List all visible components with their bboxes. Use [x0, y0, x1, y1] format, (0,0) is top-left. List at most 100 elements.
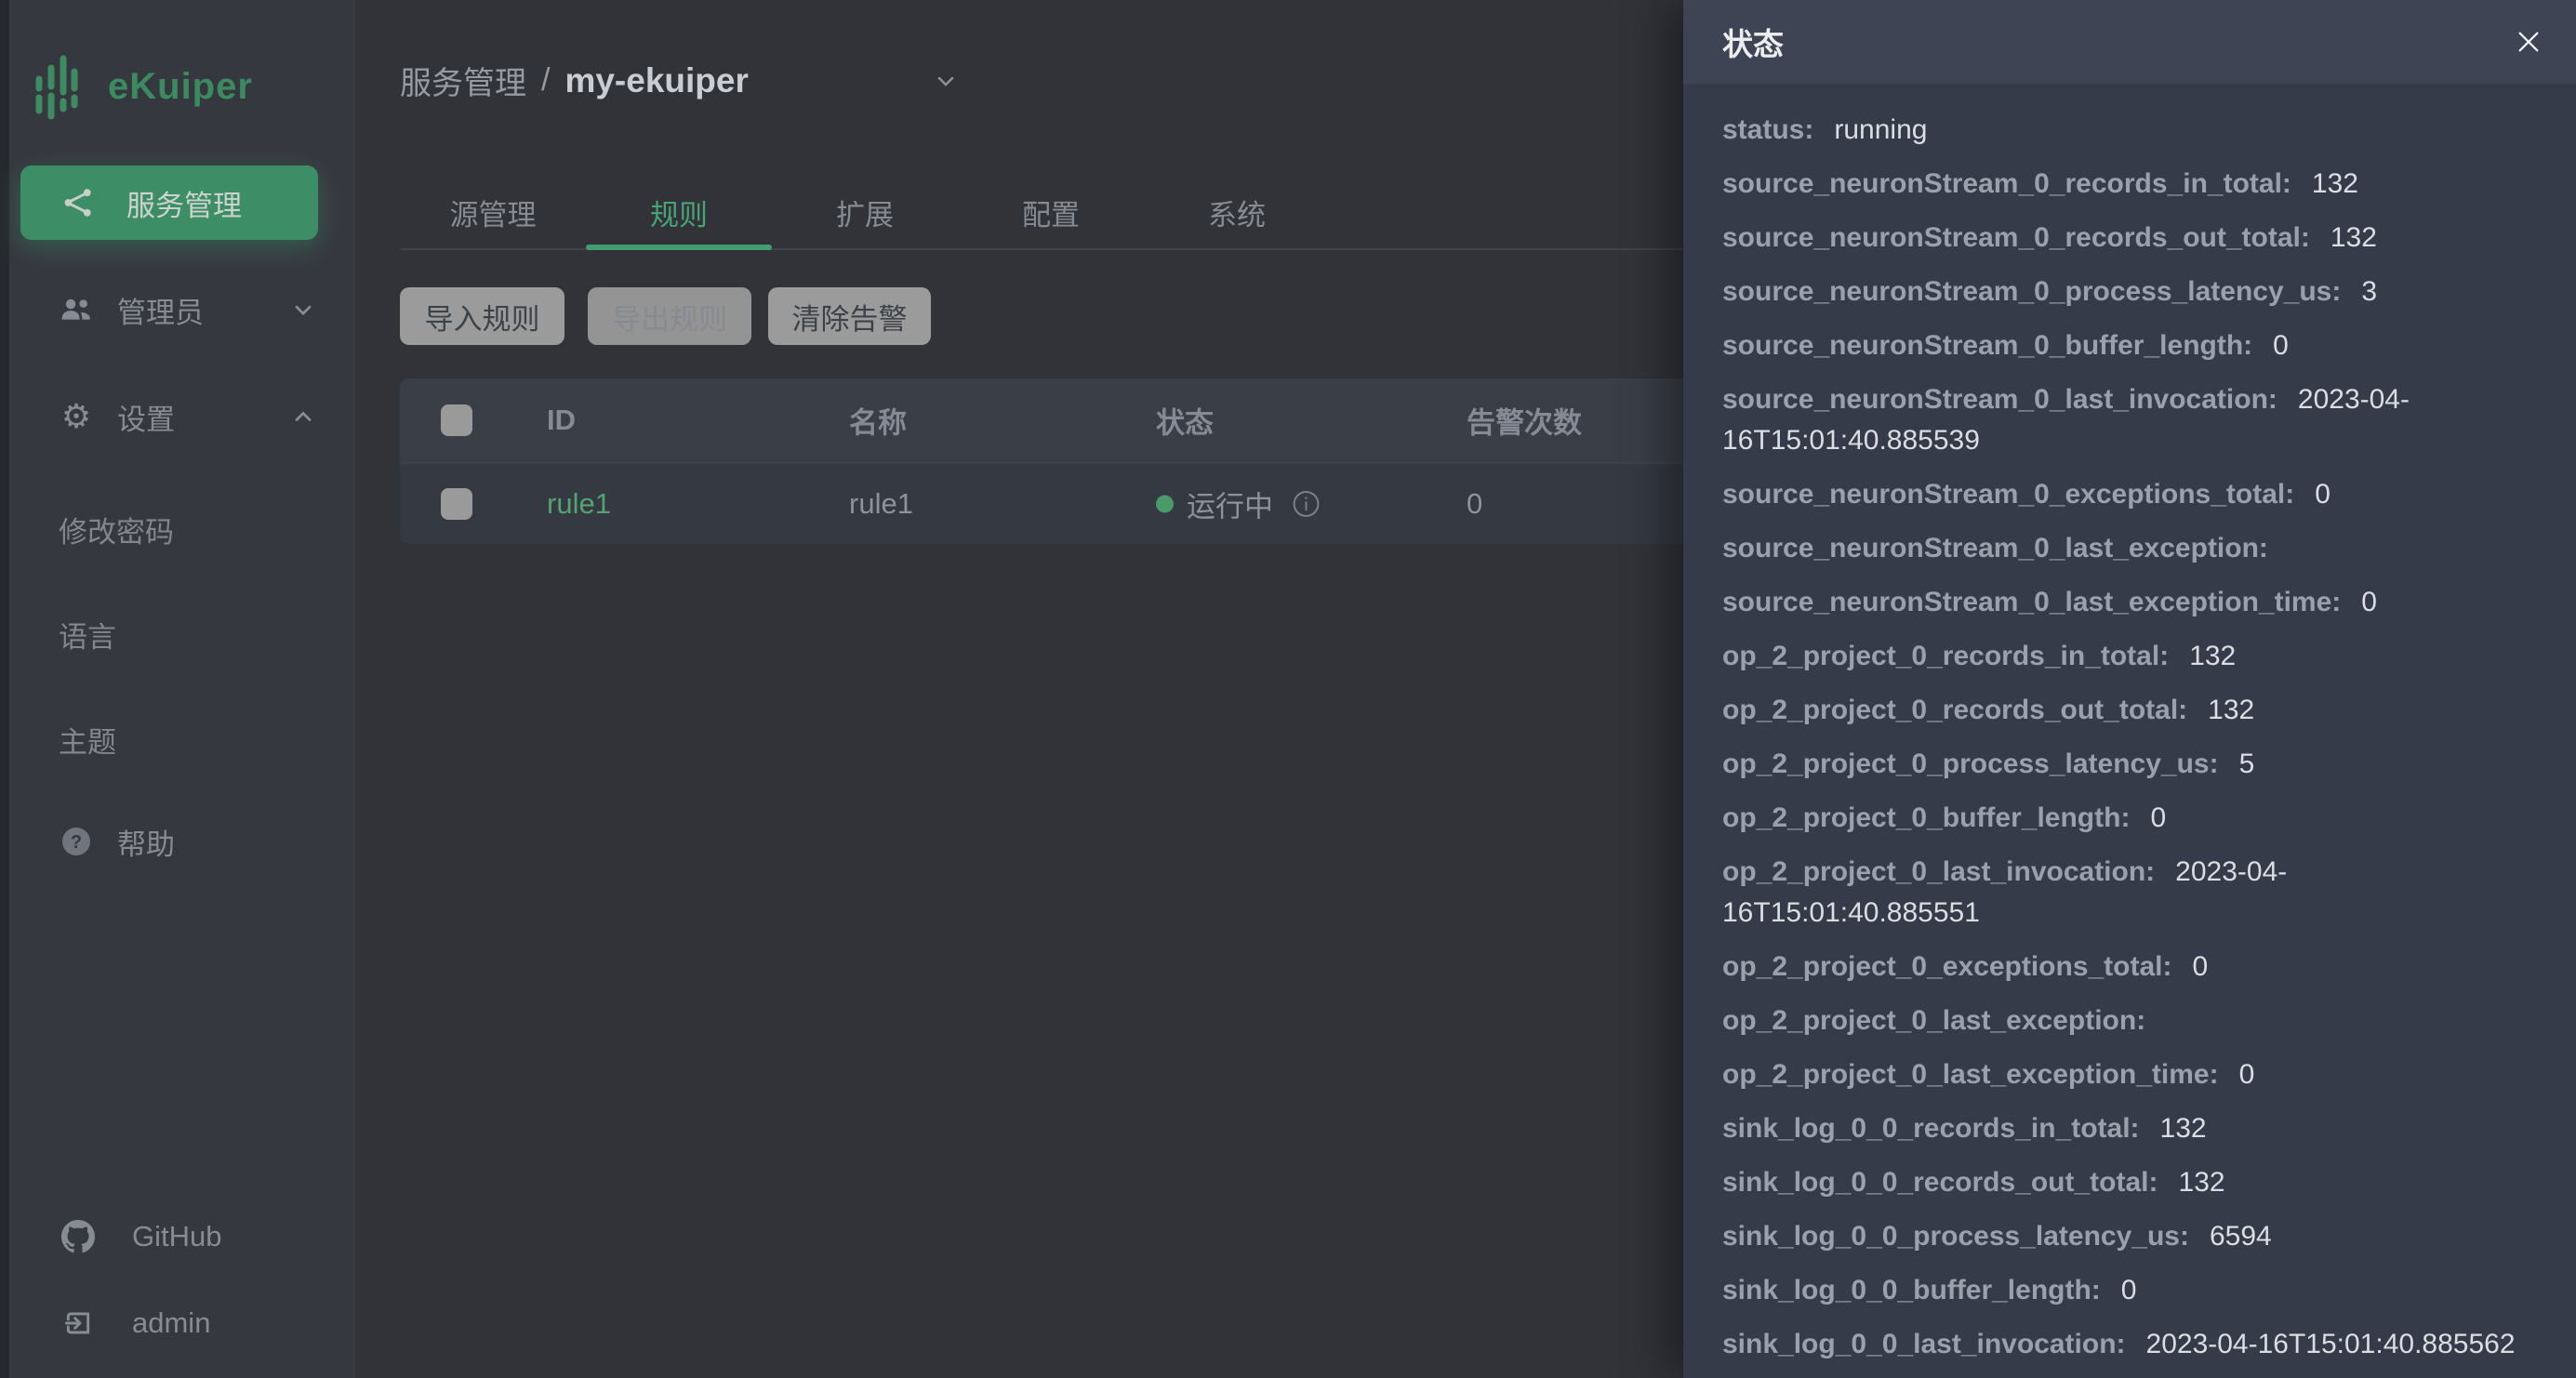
status-entry-value: 132	[2208, 695, 2254, 725]
status-entry-key: source_neuronStream_0_last_exception:	[1722, 533, 2268, 563]
status-entry-key: op_2_project_0_records_out_total:	[1722, 695, 2187, 725]
status-entry: sink_log_0_0_records_out_total:132	[1722, 1162, 2539, 1203]
status-entry-value: 132	[2189, 641, 2236, 671]
status-entry: op_2_project_0_buffer_length:0	[1722, 798, 2539, 839]
brand-name: eKuiper	[108, 66, 253, 108]
status-entry-value: running	[1834, 114, 1927, 145]
rule-name: rule1	[849, 487, 913, 521]
chevron-up-icon	[290, 404, 316, 430]
status-entry: source_neuronStream_0_process_latency_us…	[1722, 272, 2539, 312]
status-entry: source_neuronStream_0_exceptions_total: 0	[1722, 474, 2539, 515]
status-entry-key: sink_log_0_0_records_in_total:	[1722, 1113, 2140, 1144]
tab[interactable]: 源管理	[400, 177, 586, 247]
ekuiper-logo-icon	[33, 51, 78, 122]
rule-alarm-count: 0	[1467, 487, 1482, 521]
status-entry-value: 0	[2121, 1275, 2137, 1305]
sidebar-subitem[interactable]: 修改密码	[59, 477, 174, 582]
status-entry: status: running	[1722, 110, 2539, 151]
sidebar-item-github[interactable]: GitHub	[0, 1209, 355, 1265]
sidebar: eKuiper 服务管理 管理员	[0, 0, 355, 1378]
logout-icon	[61, 1308, 95, 1338]
users-icon	[60, 298, 93, 322]
question-circle-icon: ?	[60, 826, 93, 857]
active-tab-indicator	[586, 245, 772, 250]
status-entry: source_neuronStream_0_last_exception:	[1722, 528, 2539, 569]
app-window: eKuiper 服务管理 管理员	[0, 0, 2576, 1378]
chevron-down-icon[interactable]	[933, 68, 959, 94]
sidebar-item-label: 帮助	[117, 821, 175, 863]
status-entry: op_2_project_0_process_latency_us:5	[1722, 744, 2539, 785]
status-entry-key: sink_log_0_0_records_out_total:	[1722, 1167, 2158, 1198]
svg-text:?: ?	[71, 832, 82, 853]
status-entry-value: 0	[2315, 479, 2330, 510]
logged-in-user: admin	[132, 1306, 210, 1340]
drawer-body: status: running source_neuronStream_0_rec…	[1683, 84, 2576, 1378]
drawer-title: 状态	[1722, 20, 1784, 64]
status-entry-key: source_neuronStream_0_records_out_total:	[1722, 222, 2310, 253]
status-dot	[1156, 496, 1174, 513]
status-entry-value: 2023-04-16T15:01:40.885562	[2146, 1329, 2516, 1359]
status-entry-key: op_2_project_0_process_latency_us:	[1722, 749, 2219, 779]
status-entry: sink_log_0_0_process_latency_us:6594	[1722, 1216, 2539, 1257]
status-drawer: 状态 status: running source_neuronStream_0_…	[1683, 0, 2576, 1378]
status-entry-key: sink_log_0_0_buffer_length:	[1722, 1275, 2101, 1305]
status-entry-key: status:	[1722, 114, 1813, 145]
status-entry-key: sink_log_0_0_last_invocation:	[1722, 1329, 2126, 1359]
column-header-status: 状态	[1156, 400, 1214, 442]
import-rules-button[interactable]: 导入规则	[400, 287, 564, 345]
status-entry-key: op_2_project_0_last_exception_time:	[1722, 1059, 2219, 1090]
sidebar-item-service-management[interactable]: 服务管理	[20, 166, 318, 240]
status-entry-value: 3	[2361, 276, 2377, 307]
sidebar-item-settings-group[interactable]: ⚙ 设置	[0, 389, 355, 444]
column-header-name: 名称	[849, 400, 907, 442]
status-entry-key: source_neuronStream_0_process_latency_us…	[1722, 276, 2341, 307]
status-entry: source_neuronStream_0_last_invocation:20…	[1722, 379, 2539, 461]
settings-submenu: 修改密码 语言 主题	[59, 477, 174, 792]
status-entry-key: source_neuronStream_0_exceptions_total:	[1722, 479, 2294, 510]
status-entry: sink_log_0_0_buffer_length: 0	[1722, 1270, 2539, 1311]
drawer-header: 状态	[1683, 0, 2576, 84]
status-entry-key: source_neuronStream_0_records_in_total:	[1722, 168, 2291, 199]
tab[interactable]: 配置	[958, 177, 1144, 247]
status-entry-key: source_neuronStream_0_last_exception_tim…	[1722, 587, 2341, 617]
status-entry: source_neuronStream_0_records_out_total:…	[1722, 218, 2539, 258]
status-entry-key: op_2_project_0_exceptions_total:	[1722, 951, 2172, 982]
export-rules-button[interactable]: 导出规则	[588, 287, 751, 345]
sidebar-subitem[interactable]: 主题	[59, 687, 174, 792]
sidebar-edge-strip	[0, 0, 9, 1378]
sidebar-item-help[interactable]: ? 帮助	[0, 814, 355, 869]
status-entry-key: sink_log_0_0_process_latency_us:	[1722, 1221, 2189, 1252]
select-all-checkbox[interactable]	[441, 404, 472, 436]
close-icon[interactable]	[2513, 26, 2544, 58]
sidebar-item-label: 设置	[117, 396, 175, 438]
status-entry: source_neuronStream_0_last_exception_tim…	[1722, 582, 2539, 623]
tab[interactable]: 规则	[586, 177, 772, 247]
status-entry-value: 0	[2239, 1059, 2255, 1090]
rule-id-link[interactable]: rule1	[547, 487, 611, 521]
sidebar-subitem[interactable]: 语言	[59, 582, 174, 687]
status-entry: op_2_project_0_records_in_total: 132	[1722, 636, 2539, 677]
status-entry: op_2_project_0_last_invocation:2023-04-1…	[1722, 852, 2539, 934]
status-entry-key: source_neuronStream_0_buffer_length:	[1722, 330, 2252, 361]
share-icon	[61, 186, 95, 219]
status-entry-value: 0	[2150, 802, 2166, 833]
status-entry: op_2_project_0_records_out_total: 132	[1722, 690, 2539, 731]
gear-icon: ⚙	[60, 400, 93, 433]
column-header-alarm-count: 告警次数	[1467, 400, 1582, 442]
status-entry-key: op_2_project_0_last_exception:	[1722, 1005, 2145, 1036]
github-icon	[61, 1220, 95, 1253]
status-entry-value: 0	[2361, 587, 2377, 617]
row-checkbox[interactable]	[441, 488, 472, 520]
tab[interactable]: 扩展	[772, 177, 958, 247]
instance-selector[interactable]: my-ekuiper	[564, 61, 748, 100]
sidebar-item-logout[interactable]: admin	[0, 1295, 355, 1351]
clear-alarms-button[interactable]: 清除告警	[768, 287, 931, 345]
sidebar-item-admin-group[interactable]: 管理员	[0, 282, 355, 338]
status-text: 运行中	[1187, 484, 1273, 525]
status-entry-key: op_2_project_0_records_in_total:	[1722, 641, 2169, 671]
brand-logo: eKuiper	[33, 51, 253, 122]
status-entry-value: 0	[2193, 951, 2209, 982]
tab[interactable]: 系统	[1144, 177, 1330, 247]
info-icon[interactable]	[1292, 490, 1321, 519]
status-entry-value: 0	[2273, 330, 2289, 361]
